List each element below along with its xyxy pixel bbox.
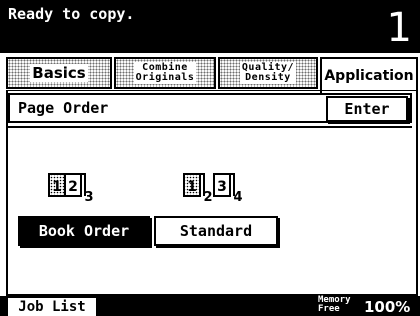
panel-divider (8, 126, 412, 128)
book-order-button[interactable]: Book Order (18, 216, 150, 246)
page-title: Page Order (18, 99, 109, 117)
tab-quality-density[interactable]: Quality/ Density (218, 57, 318, 89)
standard-page-2: 2 (203, 190, 212, 205)
tab-quality-density-label: Quality/ Density (239, 62, 297, 84)
status-message: Ready to copy. (8, 5, 135, 23)
enter-button[interactable]: Enter (326, 96, 408, 122)
copy-count: 1 (386, 5, 412, 51)
job-list-button[interactable]: Job List (6, 296, 98, 316)
tab-basics[interactable]: Basics (6, 57, 112, 89)
tab-application[interactable]: Application (320, 57, 418, 93)
tab-combine-originals[interactable]: Combine Originals (114, 57, 216, 89)
standard-button[interactable]: Standard (154, 216, 278, 246)
standard-page-1: 1 (187, 179, 197, 195)
tab-application-label: Application (322, 68, 416, 84)
tab-basics-label: Basics (30, 64, 88, 82)
book-order-page-3: 3 (84, 190, 93, 205)
memory-free-label: Memory Free (318, 295, 351, 314)
book-order-icon: 1 2 3 (48, 173, 94, 205)
tab-combine-originals-label: Combine Originals (133, 62, 197, 84)
standard-order-icon: 1 2 3 4 (183, 173, 243, 205)
memory-free-value: 100% (364, 298, 411, 316)
book-order-page-1: 1 (52, 179, 62, 195)
standard-page-4: 4 (233, 190, 242, 205)
standard-page-3: 3 (217, 179, 227, 195)
book-order-page-2: 2 (68, 179, 78, 195)
